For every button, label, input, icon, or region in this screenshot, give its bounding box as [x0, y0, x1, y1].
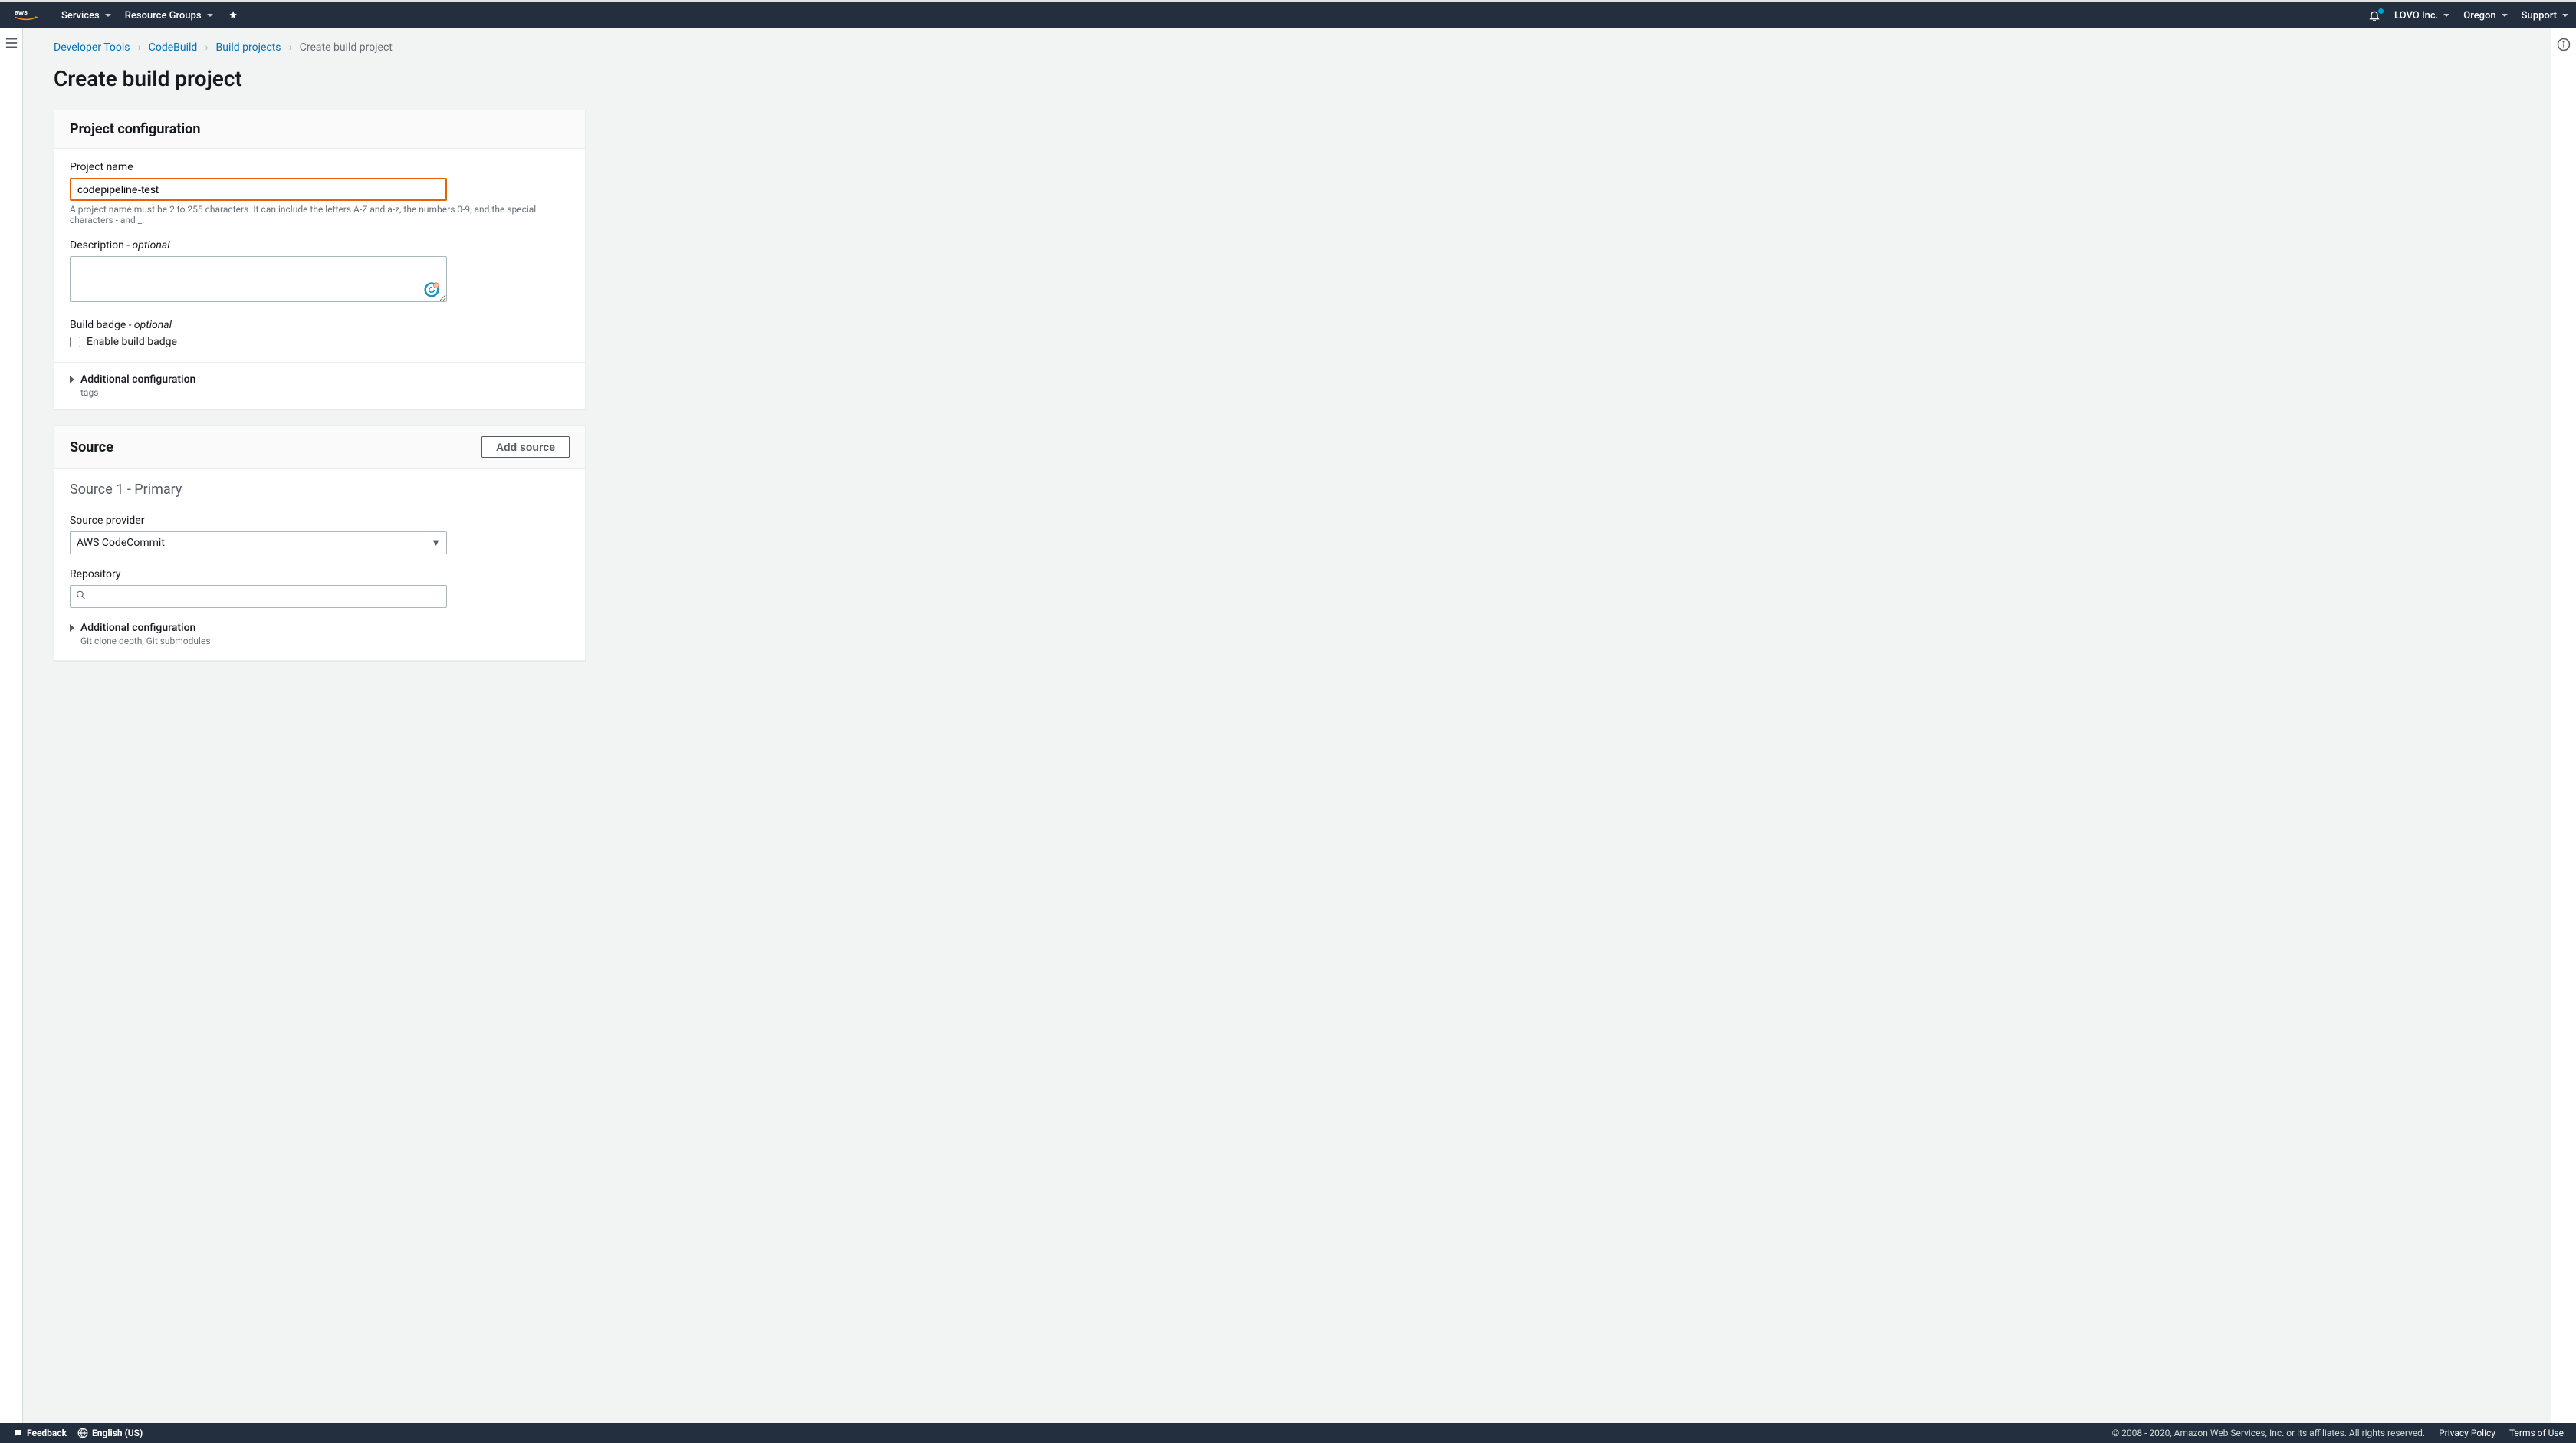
- source-provider-label: Source provider: [70, 514, 570, 527]
- hamburger-icon[interactable]: [5, 38, 18, 1423]
- aws-footer: Feedback English (US) © 2008 - 2020, Ama…: [0, 1423, 2576, 1443]
- source-additional-config-label: Additional configuration: [80, 622, 196, 634]
- sidebar-collapsed: [0, 28, 23, 1423]
- feedback-button[interactable]: Feedback: [12, 1428, 67, 1438]
- region-menu[interactable]: Oregon: [2463, 10, 2507, 21]
- services-label: Services: [61, 10, 100, 21]
- services-menu[interactable]: Services: [61, 10, 111, 21]
- info-panel-collapsed: [2551, 28, 2576, 1423]
- source-title: Source: [70, 439, 113, 455]
- additional-config-sub: tags: [80, 387, 570, 398]
- additional-config-label: Additional configuration: [80, 373, 196, 386]
- search-icon: [76, 590, 86, 603]
- globe-icon: [77, 1428, 88, 1438]
- copyright-text: © 2008 - 2020, Amazon Web Services, Inc.…: [2112, 1428, 2425, 1438]
- caret-right-icon: [70, 624, 74, 632]
- project-name-label: Project name: [70, 161, 570, 173]
- chevron-down-icon: [105, 14, 111, 17]
- build-badge-label: Build badge - optional: [70, 319, 570, 331]
- chevron-right-icon: ›: [289, 41, 292, 54]
- enable-build-badge-text: Enable build badge: [87, 336, 177, 348]
- account-label: LOVO Inc.: [2394, 10, 2438, 21]
- project-config-title: Project configuration: [70, 121, 200, 137]
- pin-shortcut-icon[interactable]: [227, 10, 238, 21]
- support-label: Support: [2522, 10, 2557, 21]
- repository-label: Repository: [70, 568, 570, 580]
- breadcrumb-build-projects[interactable]: Build projects: [216, 41, 281, 54]
- chevron-right-icon: ›: [205, 41, 208, 54]
- aws-header: aws Services Resource Groups: [0, 2, 2576, 28]
- resource-groups-menu[interactable]: Resource Groups: [125, 10, 213, 21]
- add-source-button[interactable]: Add source: [481, 436, 570, 458]
- main-content: Developer Tools › CodeBuild › Build proj…: [23, 28, 2551, 1423]
- svg-text:aws: aws: [15, 8, 28, 16]
- language-label: English (US): [92, 1428, 143, 1438]
- caret-right-icon: [70, 376, 74, 383]
- description-label: Description - optional: [70, 239, 570, 251]
- grammarly-icon[interactable]: !: [424, 282, 439, 297]
- account-menu[interactable]: LOVO Inc.: [2394, 10, 2450, 21]
- source-provider-value: AWS CodeCommit: [77, 537, 165, 549]
- chevron-right-icon: ›: [138, 41, 141, 54]
- page-title: Create build project: [54, 61, 1058, 110]
- project-name-hint: A project name must be 2 to 255 characte…: [70, 204, 570, 225]
- enable-build-badge-checkbox[interactable]: [70, 337, 80, 347]
- chat-icon: [12, 1428, 23, 1438]
- repository-input[interactable]: [70, 585, 447, 608]
- source-subheader: Source 1 - Primary: [54, 469, 585, 502]
- breadcrumb-current: Create build project: [300, 41, 393, 54]
- privacy-link[interactable]: Privacy Policy: [2439, 1428, 2496, 1438]
- additional-config-expander[interactable]: Additional configuration: [70, 373, 570, 386]
- feedback-label: Feedback: [27, 1428, 67, 1438]
- project-configuration-panel: Project configuration Project name A pro…: [54, 110, 586, 409]
- chevron-down-icon: [2443, 14, 2450, 17]
- chevron-down-icon: [2502, 14, 2508, 17]
- chevron-down-icon: [2562, 14, 2568, 17]
- breadcrumb-codebuild[interactable]: CodeBuild: [149, 41, 198, 54]
- language-selector[interactable]: English (US): [77, 1428, 143, 1438]
- description-textarea[interactable]: [70, 256, 447, 302]
- source-provider-select[interactable]: AWS CodeCommit ▼: [70, 531, 447, 554]
- breadcrumb: Developer Tools › CodeBuild › Build proj…: [54, 38, 1058, 61]
- notification-dot-icon: [2378, 8, 2384, 14]
- terms-link[interactable]: Terms of Use: [2509, 1428, 2564, 1438]
- aws-logo-icon: aws: [12, 7, 40, 24]
- caret-down-icon: ▼: [431, 537, 441, 549]
- project-name-input[interactable]: [70, 178, 447, 201]
- breadcrumb-dev-tools[interactable]: Developer Tools: [54, 41, 130, 54]
- source-additional-config-sub: Git clone depth, Git submodules: [80, 636, 570, 646]
- region-label: Oregon: [2463, 10, 2496, 21]
- aws-logo[interactable]: aws: [8, 7, 48, 24]
- info-icon[interactable]: [2557, 38, 2571, 1423]
- source-panel: Source Add source Source 1 - Primary Sou…: [54, 425, 586, 661]
- resource-groups-label: Resource Groups: [125, 10, 202, 21]
- source-additional-config-expander[interactable]: Additional configuration: [70, 622, 570, 634]
- notifications-button[interactable]: [2368, 9, 2380, 21]
- chevron-down-icon: [207, 14, 213, 17]
- support-menu[interactable]: Support: [2522, 10, 2568, 21]
